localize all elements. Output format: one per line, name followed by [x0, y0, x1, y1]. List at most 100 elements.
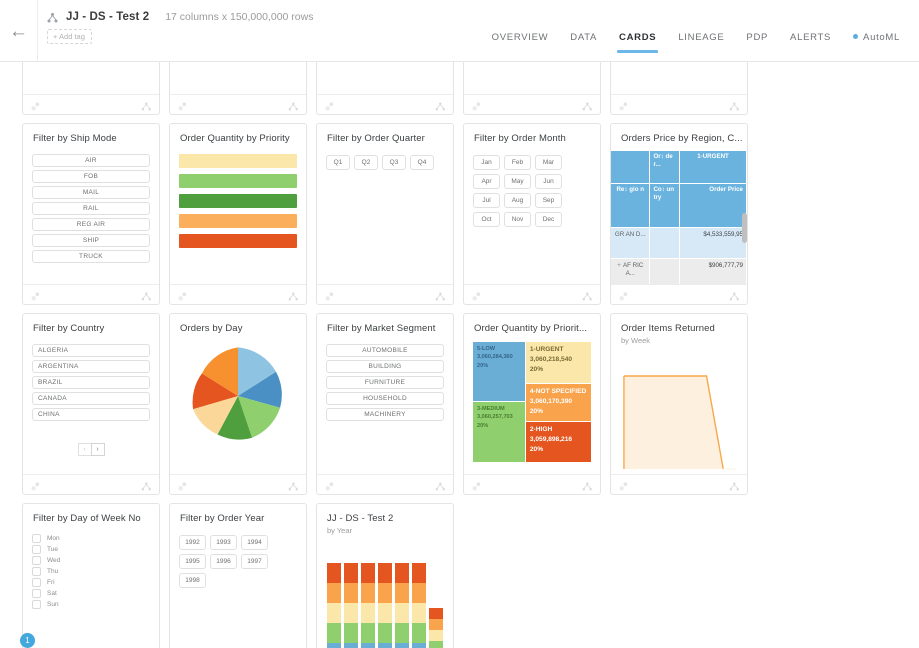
pivot-vertical-scrollbar[interactable] — [742, 213, 747, 243]
card-cutoff-3[interactable] — [316, 62, 454, 115]
checkbox-fri[interactable] — [32, 578, 41, 587]
share-icon[interactable] — [30, 99, 41, 111]
filter-option-air[interactable]: AIR — [32, 154, 150, 167]
lineage-icon[interactable] — [582, 479, 593, 491]
filter-option-reg-air[interactable]: REG AIR — [32, 218, 150, 231]
filter-option-q4[interactable]: Q4 — [410, 155, 434, 170]
filter-option-1996[interactable]: 1996 — [210, 554, 237, 569]
lineage-icon[interactable] — [141, 479, 152, 491]
lineage-icon[interactable] — [435, 289, 446, 301]
list-item[interactable]: Fri — [32, 578, 150, 587]
share-icon[interactable] — [471, 289, 482, 301]
pivot-header-order-price[interactable]: Order Price — [680, 184, 747, 228]
card-filter-country[interactable]: Filter by Country ALGERIA ARGENTINA BRAZ… — [22, 313, 160, 495]
filter-option-q3[interactable]: Q3 — [382, 155, 406, 170]
card-orders-price-by-region[interactable]: Orders Price by Region, C... Or↕ de r...… — [610, 123, 748, 305]
card-filter-day-of-week[interactable]: Filter by Day of Week No Mon Tue Wed Thu… — [22, 503, 160, 648]
pivot-header-country[interactable]: Co↕ un try — [650, 184, 681, 228]
filter-option-may[interactable]: May — [504, 174, 531, 189]
card-test2-by-year[interactable]: JJ - DS - Test 2 by Year — [316, 503, 454, 648]
card-filter-order-month[interactable]: Filter by Order Month Jan Feb Mar Apr Ma… — [463, 123, 601, 305]
card-filter-ship-mode[interactable]: Filter by Ship Mode AIR FOB MAIL RAIL RE… — [22, 123, 160, 305]
share-icon[interactable] — [324, 289, 335, 301]
tab-automl[interactable]: AutoML — [842, 32, 911, 53]
lineage-icon[interactable] — [582, 289, 593, 301]
table-row[interactable]: + AF RIC A... $906,777,79 — [611, 259, 747, 284]
filter-option-mail[interactable]: MAIL — [32, 186, 150, 199]
pivot-row-label-africa[interactable]: + AF RIC A... — [611, 259, 651, 284]
tab-cards[interactable]: CARDS — [608, 32, 667, 53]
checkbox-sun[interactable] — [32, 600, 41, 609]
filter-option-algeria[interactable]: ALGERIA — [32, 344, 150, 357]
filter-option-automobile[interactable]: AUTOMOBILE — [326, 344, 444, 357]
share-icon[interactable] — [177, 479, 188, 491]
lineage-icon[interactable] — [729, 289, 740, 301]
pager-next-button[interactable]: › — [90, 443, 105, 456]
filter-option-truck[interactable]: TRUCK — [32, 250, 150, 263]
filter-option-1998[interactable]: 1998 — [179, 573, 206, 588]
pager-prev-button[interactable]: ‹ — [77, 443, 92, 456]
filter-option-nov[interactable]: Nov — [504, 212, 531, 227]
filter-option-canada[interactable]: CANADA — [32, 392, 150, 405]
treemap-cell-4-not-specified[interactable]: 4-NOT SPECIFIED 3,060,170,390 20% — [525, 383, 591, 421]
card-cutoff-4[interactable] — [463, 62, 601, 115]
treemap-cell-3-medium[interactable]: 3-MEDIUM 3,060,257,703 20% — [473, 401, 525, 462]
share-icon[interactable] — [618, 289, 629, 301]
filter-option-1994[interactable]: 1994 — [241, 535, 268, 550]
list-item[interactable]: Mon — [32, 534, 150, 543]
filter-option-china[interactable]: CHINA — [32, 408, 150, 421]
card-cutoff-5[interactable] — [610, 62, 748, 115]
share-icon[interactable] — [471, 479, 482, 491]
share-icon[interactable] — [618, 99, 629, 111]
checkbox-tue[interactable] — [32, 545, 41, 554]
filter-option-ship[interactable]: SHIP — [32, 234, 150, 247]
filter-option-fob[interactable]: FOB — [32, 170, 150, 183]
lineage-icon[interactable] — [582, 99, 593, 111]
share-icon[interactable] — [177, 99, 188, 111]
share-icon[interactable] — [618, 479, 629, 491]
tab-overview[interactable]: OVERVIEW — [481, 32, 560, 53]
filter-option-sep[interactable]: Sep — [535, 193, 562, 208]
filter-option-1995[interactable]: 1995 — [179, 554, 206, 569]
treemap-cell-2-high[interactable]: 2-HIGH 3,059,898,216 20% — [525, 421, 591, 462]
card-order-items-returned[interactable]: Order Items Returned by Week — [610, 313, 748, 495]
table-row[interactable]: GR AN D... $4,533,559,95 — [611, 228, 747, 259]
filter-option-argentina[interactable]: ARGENTINA — [32, 360, 150, 373]
filter-option-q2[interactable]: Q2 — [354, 155, 378, 170]
share-icon[interactable] — [324, 479, 335, 491]
checkbox-thu[interactable] — [32, 567, 41, 576]
list-item[interactable]: Thu — [32, 567, 150, 576]
checkbox-wed[interactable] — [32, 556, 41, 565]
lineage-icon[interactable] — [435, 479, 446, 491]
filter-option-rail[interactable]: RAIL — [32, 202, 150, 215]
treemap-cell-5-low[interactable]: 5-LOW 3,060,284,360 20% — [473, 342, 525, 401]
filter-option-household[interactable]: HOUSEHOLD — [326, 392, 444, 405]
card-filter-market-segment[interactable]: Filter by Market Segment AUTOMOBILE BUIL… — [316, 313, 454, 495]
filter-option-oct[interactable]: Oct — [473, 212, 500, 227]
checkbox-mon[interactable] — [32, 534, 41, 543]
filter-option-machinery[interactable]: MACHINERY — [326, 408, 444, 421]
list-item[interactable]: Sun — [32, 600, 150, 609]
card-cutoff-2[interactable] — [169, 62, 307, 115]
lineage-icon[interactable] — [729, 99, 740, 111]
lineage-icon[interactable] — [141, 289, 152, 301]
share-icon[interactable] — [177, 289, 188, 301]
pivot-header-region[interactable]: Re↕ gio n — [611, 184, 651, 228]
share-icon[interactable] — [30, 289, 41, 301]
filter-option-q1[interactable]: Q1 — [326, 155, 350, 170]
filter-option-feb[interactable]: Feb — [504, 155, 531, 170]
list-item[interactable]: Tue — [32, 545, 150, 554]
checkbox-sat[interactable] — [32, 589, 41, 598]
share-icon[interactable] — [471, 99, 482, 111]
lineage-icon[interactable] — [288, 479, 299, 491]
tab-pdp[interactable]: PDP — [735, 32, 779, 53]
lineage-icon[interactable] — [729, 479, 740, 491]
tab-alerts[interactable]: ALERTS — [779, 32, 842, 53]
share-icon[interactable] — [324, 99, 335, 111]
lineage-icon[interactable] — [288, 99, 299, 111]
filter-option-building[interactable]: BUILDING — [326, 360, 444, 373]
treemap-cell-1-urgent[interactable]: 1-URGENT 3,060,218,540 20% — [525, 342, 591, 383]
filter-option-jan[interactable]: Jan — [473, 155, 500, 170]
pivot-header-order-country-group[interactable]: Or↕ de r... — [650, 151, 681, 184]
lineage-icon[interactable] — [435, 99, 446, 111]
